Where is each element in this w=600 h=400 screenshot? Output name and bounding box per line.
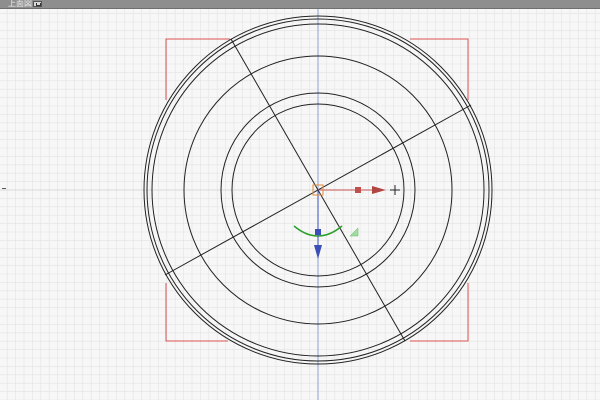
z-scale-handle[interactable] — [315, 229, 321, 235]
grid — [0, 9, 600, 400]
view-label: 上面図 — [8, 0, 32, 8]
x-move-arrow[interactable] — [372, 186, 386, 194]
crosshair-plus-icon — [390, 185, 400, 195]
viewport-canvas[interactable] — [0, 9, 600, 400]
z-move-arrow[interactable] — [314, 245, 322, 259]
viewport-top-view[interactable]: 上面図 — [0, 0, 600, 400]
viewport-header: 上面図 — [0, 0, 600, 9]
edge-marker — [2, 188, 6, 189]
x-scale-handle[interactable] — [355, 187, 361, 193]
view-menu-icon[interactable] — [33, 1, 42, 7]
